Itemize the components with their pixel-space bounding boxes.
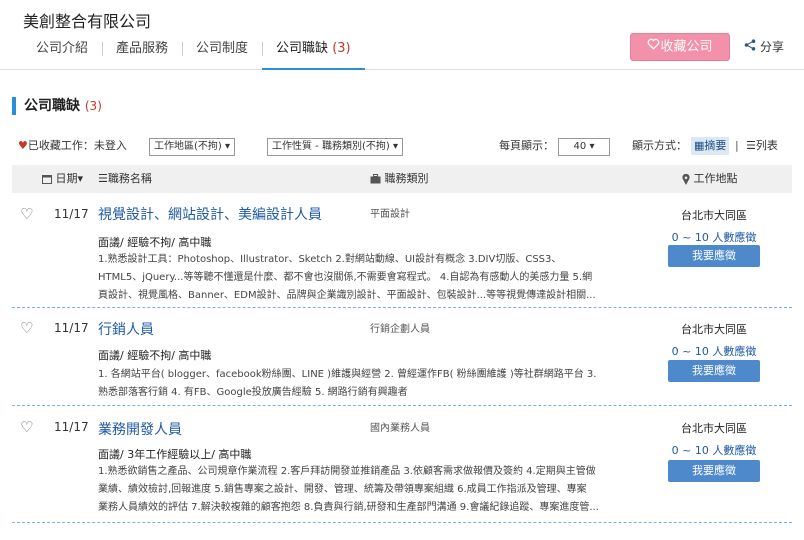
heart-outline-icon: [647, 34, 660, 60]
job-description: 1. 各網站平台( blogger、facebook粉絲團、LINE )維護與經…: [98, 369, 597, 398]
view-separator: |: [735, 139, 739, 152]
job-applicants: 0 ~ 10 人數應徵: [671, 345, 757, 358]
job-requirements: 面議/ 經驗不拘/ 高中職: [98, 236, 212, 249]
favorite-company-button[interactable]: 收藏公司: [630, 33, 730, 61]
tab-company-jobs[interactable]: 公司職缺 (3): [262, 36, 365, 70]
per-page-select[interactable]: 40 ▾: [558, 138, 610, 156]
company-header: 美創整合有限公司 公司介紹 產品服務 公司制度 公司職缺 (3) 收藏公司 分享: [0, 0, 804, 70]
apply-button[interactable]: 我要應徵: [668, 360, 760, 382]
job-category: 平面設計: [370, 209, 410, 220]
job-filters: ♥已收藏工作：未登入 工作地區(不拘) ▾ 工作性質 - 職務類別(不拘) ▾ …: [18, 137, 788, 157]
job-requirements: 面議/ 3年工作經驗以上/ 高中職: [98, 448, 252, 461]
jobs-count-badge: (3): [332, 41, 351, 56]
job-row: ♡ 11/17 視覺設計、網站設計、美編設計人員 平面設計 面議/ 經驗不拘/ …: [12, 195, 792, 308]
job-applicants: 0 ~ 10 人數應徵: [671, 231, 757, 244]
job-location: 台北市大同區: [681, 422, 747, 435]
per-page-label: 每頁顯示：: [499, 139, 554, 152]
job-title-link[interactable]: 業務開發人員: [98, 419, 182, 439]
job-category: 行銷企劃人員: [370, 324, 430, 335]
list-icon: ☰: [98, 172, 108, 185]
job-date: 11/17: [54, 207, 89, 221]
job-applicants: 0 ~ 10 人數應徵: [671, 444, 757, 457]
column-job-category: 職務類別: [370, 165, 429, 193]
tab-company-policy[interactable]: 公司制度: [182, 36, 262, 70]
saved-jobs-status[interactable]: ♥已收藏工作：未登入: [18, 137, 127, 155]
tab-company-intro[interactable]: 公司介紹: [22, 36, 102, 70]
section-count: (3): [84, 99, 102, 113]
job-description: 1.熟悉設計工具：Photoshop、Illustrator、Sketch 2.…: [98, 254, 596, 301]
heart-outline-icon[interactable]: ♡: [20, 319, 33, 337]
job-requirements: 面議/ 經驗不拘/ 高中職: [98, 349, 212, 362]
calendar-icon: [42, 172, 56, 185]
heart-filled-icon: ♥: [18, 139, 28, 152]
tab-products-services[interactable]: 產品服務: [102, 36, 182, 70]
share-button[interactable]: 分享: [744, 38, 784, 55]
job-category: 國內業務人員: [370, 423, 430, 434]
job-description: 1.熟悉欲銷售之產品、公司規章作業流程 2.客戶拜訪開發並推銷產品 3.依顧客需…: [98, 466, 599, 513]
grid-icon: ▦: [694, 139, 705, 152]
job-row: ♡ 11/17 業務開發人員 國內業務人員 面議/ 3年工作經驗以上/ 高中職 …: [12, 407, 792, 523]
job-location: 台北市大同區: [681, 209, 747, 222]
caret-down-icon: ▾: [392, 141, 398, 152]
briefcase-icon: [370, 172, 385, 185]
heart-outline-icon[interactable]: ♡: [20, 418, 33, 436]
job-date: 11/17: [54, 420, 89, 434]
column-location: 工作地點: [682, 165, 738, 193]
view-summary-toggle[interactable]: ▦摘要: [691, 137, 730, 155]
share-icon: [744, 39, 756, 54]
column-date[interactable]: 日期▾: [42, 165, 83, 193]
caret-down-icon: ▾: [589, 141, 595, 152]
column-job-name: ☰職務名稱: [98, 172, 152, 185]
job-title-link[interactable]: 視覺設計、網站設計、美編設計人員: [98, 204, 322, 224]
company-name: 美創整合有限公司: [23, 12, 152, 31]
list-icon: ☰: [746, 139, 756, 152]
display-mode-label: 顯示方式：: [632, 139, 687, 152]
section-title: 公司職缺 (3): [12, 97, 102, 115]
view-list-toggle[interactable]: ☰列表: [746, 137, 778, 155]
apply-button[interactable]: 我要應徵: [668, 460, 760, 482]
jobs-table-header: 日期▾ ☰職務名稱 職務類別 工作地點: [12, 165, 792, 193]
map-pin-icon: [682, 172, 694, 185]
jobs-section: 公司職缺 (3) ♥已收藏工作：未登入 工作地區(不拘) ▾ 工作性質 - 職務…: [0, 71, 804, 540]
heart-outline-icon[interactable]: ♡: [20, 205, 33, 223]
caret-down-icon: ▾: [225, 141, 231, 152]
job-row: ♡ 11/17 行銷人員 行銷企劃人員 面議/ 經驗不拘/ 高中職 1. 各網站…: [12, 309, 792, 406]
job-date: 11/17: [54, 321, 89, 335]
category-select[interactable]: 工作性質 - 職務類別(不拘) ▾: [267, 138, 403, 156]
area-select[interactable]: 工作地區(不拘) ▾: [149, 138, 236, 156]
apply-button[interactable]: 我要應徵: [668, 245, 760, 267]
job-title-link[interactable]: 行銷人員: [98, 319, 154, 339]
job-location: 台北市大同區: [681, 323, 747, 336]
sort-caret-icon: ▾: [77, 172, 84, 185]
company-tabs: 公司介紹 產品服務 公司制度 公司職缺 (3): [22, 36, 365, 70]
